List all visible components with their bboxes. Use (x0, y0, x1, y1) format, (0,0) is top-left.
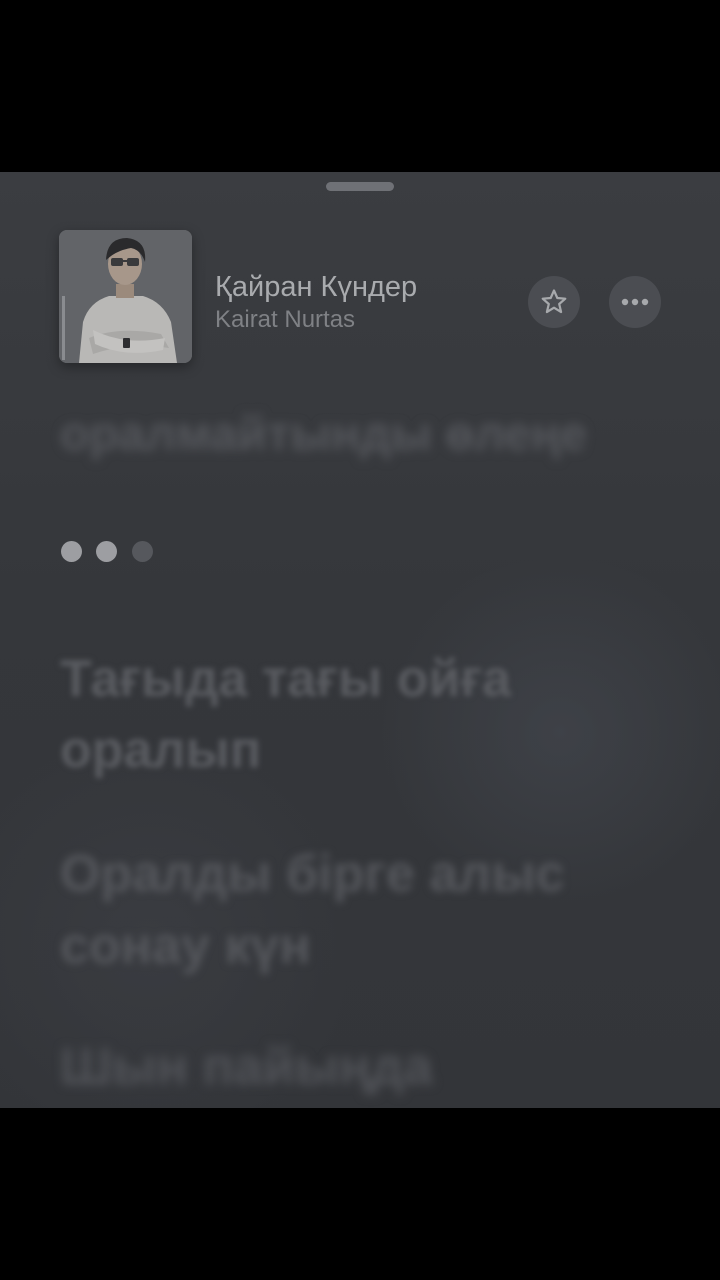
lyric-line[interactable]: Тағыда тағы ойға (60, 642, 511, 716)
star-icon (541, 289, 567, 314)
lyrics-sheet: Қайран Күндер Kairat Nurtas оралмайтынды… (0, 172, 720, 1108)
album-artwork[interactable] (59, 230, 192, 363)
lyric-line-previous[interactable]: оралмайтынды өлеңе (60, 398, 587, 472)
lyric-line[interactable]: сонау күн (60, 909, 311, 983)
interlude-dot (96, 541, 117, 562)
lyric-line[interactable]: Оралды бірге алыс (60, 837, 565, 911)
track-info[interactable]: Қайран Күндер Kairat Nurtas (215, 270, 515, 335)
sheet-grabber[interactable] (326, 182, 394, 191)
lyric-line[interactable]: Шын пайыңда (60, 1030, 433, 1104)
favorite-button[interactable] (528, 276, 580, 328)
interlude-dot (132, 541, 153, 562)
artist-name: Kairat Nurtas (215, 306, 356, 333)
ellipsis-icon (621, 298, 649, 306)
more-options-button[interactable] (609, 276, 661, 328)
lyric-line[interactable]: оралып (60, 713, 261, 787)
now-playing-header: Қайран Күндер Kairat Nurtas (59, 230, 661, 363)
artist-photo (59, 230, 192, 363)
song-title: Қайран Күндер (215, 271, 418, 303)
interlude-dot (61, 541, 82, 562)
